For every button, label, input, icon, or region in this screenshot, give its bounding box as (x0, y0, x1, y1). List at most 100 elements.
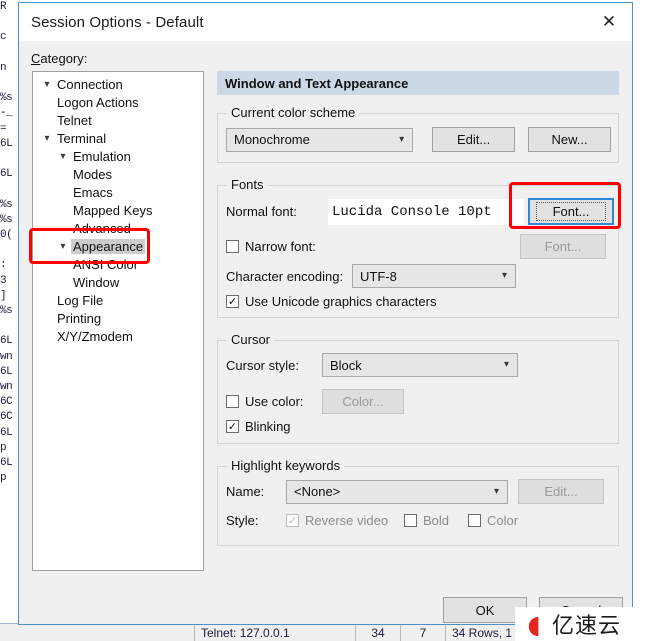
blinking-checkbox[interactable]: ✓ Blinking (226, 419, 291, 434)
category-tree[interactable]: ▾ Connection Logon Actions Telnet ▾ Term… (32, 71, 204, 571)
normal-font-sample: Lucida Console 10pt (328, 198, 524, 225)
use-color-label-text: Use color: (245, 394, 304, 409)
dialog-title: Session Options - Default (31, 13, 204, 31)
highlight-name-value: <None> (294, 484, 341, 499)
cursor-group-title: Cursor (227, 332, 275, 347)
tree-item-ansi-color[interactable]: ANSI Color (33, 255, 203, 273)
highlight-name-select[interactable]: <None> ▾ (286, 479, 508, 504)
color-scheme-value: Monochrome (234, 132, 310, 147)
tree-item-appearance[interactable]: ▾ Appearance (33, 237, 203, 255)
status-connection: Telnet: 127.0.0.1 (195, 624, 356, 641)
tree-item-log-file[interactable]: Log File (33, 291, 203, 309)
highlight-edit-button-label: Edit... (544, 484, 578, 499)
highlight-edit-button[interactable]: Edit... (518, 479, 604, 504)
panel-header: Window and Text Appearance (217, 71, 619, 95)
checkbox-checked-icon: ✓ (226, 420, 239, 433)
tree-item-label: Modes (73, 166, 113, 182)
tree-item-printing[interactable]: Printing (33, 309, 203, 327)
chevron-down-icon[interactable]: ▾ (39, 133, 55, 144)
close-icon[interactable]: ✕ (586, 3, 632, 41)
category-label-rest: ategory: (40, 51, 88, 66)
narrow-font-label-text: Narrow font: (245, 239, 316, 254)
tree-item-logon-actions[interactable]: Logon Actions (33, 93, 203, 111)
dialog-title-bar[interactable]: Session Options - Default ✕ (19, 3, 632, 41)
checkbox-checked-icon: ✓ (226, 295, 239, 308)
ok-button-label: OK (475, 602, 495, 618)
cursor-style-value: Block (330, 357, 362, 373)
appearance-panel: Window and Text Appearance Current color… (217, 71, 619, 546)
status-row: 7 (401, 624, 446, 641)
chevron-down-icon[interactable]: ▾ (39, 79, 55, 90)
color-label: Color (487, 513, 518, 528)
logo-text: 亿速云 (552, 614, 622, 639)
tree-item-label: Mapped Keys (73, 202, 153, 218)
tree-item-label: Connection (57, 76, 123, 92)
highlight-title-text: Highlight keywords (231, 458, 341, 473)
unicode-graphics-label-text: Use Unicode graphics characters (245, 294, 437, 309)
tree-item-xyzmodem[interactable]: X/Y/Zmodem (33, 327, 203, 345)
color-scheme-select[interactable]: Monochrome ▾ (226, 127, 414, 152)
normal-font-button-text: Font... (552, 204, 590, 219)
normal-font-button-label: Font... (535, 202, 607, 221)
tree-item-label: Logon Actions (57, 94, 139, 110)
checkbox-checked-disabled-icon: ✓ (286, 514, 299, 527)
cursor-style-select[interactable]: Block ▾ (322, 353, 518, 377)
chevron-down-icon: ▾ (503, 358, 509, 370)
status-column: 34 (356, 624, 401, 641)
checkbox-icon (226, 240, 239, 253)
reverse-video-label: Reverse video (305, 513, 388, 528)
tree-item-label: Terminal (57, 130, 107, 146)
chevron-down-icon[interactable]: ▾ (55, 151, 71, 162)
narrow-font-button[interactable]: Font... (520, 234, 606, 259)
tree-item-label: Printing (57, 310, 102, 326)
color-scheme-group-title: Current color scheme (227, 105, 360, 120)
color-label-text: Color (487, 513, 519, 528)
normal-font-label: Normal font: (226, 204, 328, 219)
category-label: Category: (31, 51, 88, 66)
blinking-label: Blinking (245, 419, 291, 434)
highlight-name-label: Name: (226, 484, 286, 499)
tree-item-connection[interactable]: ▾ Connection (33, 75, 203, 93)
highlight-name-label-text: Name: (226, 484, 265, 499)
bold-label: Bold (423, 513, 449, 528)
tree-item-label: Emacs (73, 184, 113, 200)
narrow-font-label: Narrow font: (245, 239, 316, 254)
tree-item-label: ANSI Color (73, 256, 139, 272)
encoding-select[interactable]: UTF-8 ▾ (352, 264, 516, 288)
edit-button-label: Edit... (457, 132, 491, 147)
encoding-label-text: Character encoding: (226, 268, 344, 284)
tree-item-label: X/Y/Zmodem (57, 328, 133, 344)
watermark-logo: ◖ 亿速云 (515, 607, 645, 641)
unicode-graphics-checkbox[interactable]: ✓ Use Unicode graphics characters (226, 294, 436, 309)
cursor-color-button[interactable]: Color... (322, 389, 404, 414)
tree-item-emacs[interactable]: Emacs (33, 183, 203, 201)
use-color-label: Use color: (245, 394, 304, 409)
tree-item-window[interactable]: Window (33, 273, 203, 291)
reverse-video-checkbox[interactable]: ✓ Reverse video (286, 513, 404, 528)
narrow-font-checkbox[interactable]: Narrow font: (226, 239, 524, 254)
new-color-scheme-button[interactable]: New... (528, 127, 611, 152)
narrow-font-button-label: Font... (544, 239, 582, 254)
tree-item-terminal[interactable]: ▾ Terminal (33, 129, 203, 147)
chevron-down-icon: ▾ (493, 485, 499, 497)
use-color-checkbox[interactable]: Use color: (226, 394, 322, 409)
encoding-value: UTF-8 (360, 268, 397, 284)
checkbox-icon (404, 514, 417, 527)
reverse-video-label-text: Reverse video (305, 513, 389, 528)
tree-item-advanced[interactable]: Advanced (33, 219, 203, 237)
bold-checkbox[interactable]: Bold (404, 513, 468, 528)
edit-color-scheme-button[interactable]: Edit... (432, 127, 516, 152)
tree-item-emulation[interactable]: ▾ Emulation (33, 147, 203, 165)
tree-item-telnet[interactable]: Telnet (33, 111, 203, 129)
tree-item-modes[interactable]: Modes (33, 165, 203, 183)
chevron-down-icon: ▾ (501, 269, 507, 281)
cursor-color-button-label: Color... (342, 394, 384, 409)
chevron-down-icon[interactable]: ▾ (55, 241, 71, 252)
normal-font-button[interactable]: Font... (528, 198, 614, 225)
tree-item-label: Advanced (73, 220, 131, 236)
color-checkbox[interactable]: Color (468, 513, 518, 528)
tree-item-label: Appearance (71, 238, 146, 254)
tree-item-label: Telnet (57, 112, 92, 128)
status-spacer (0, 624, 195, 641)
tree-item-mapped-keys[interactable]: Mapped Keys (33, 201, 203, 219)
